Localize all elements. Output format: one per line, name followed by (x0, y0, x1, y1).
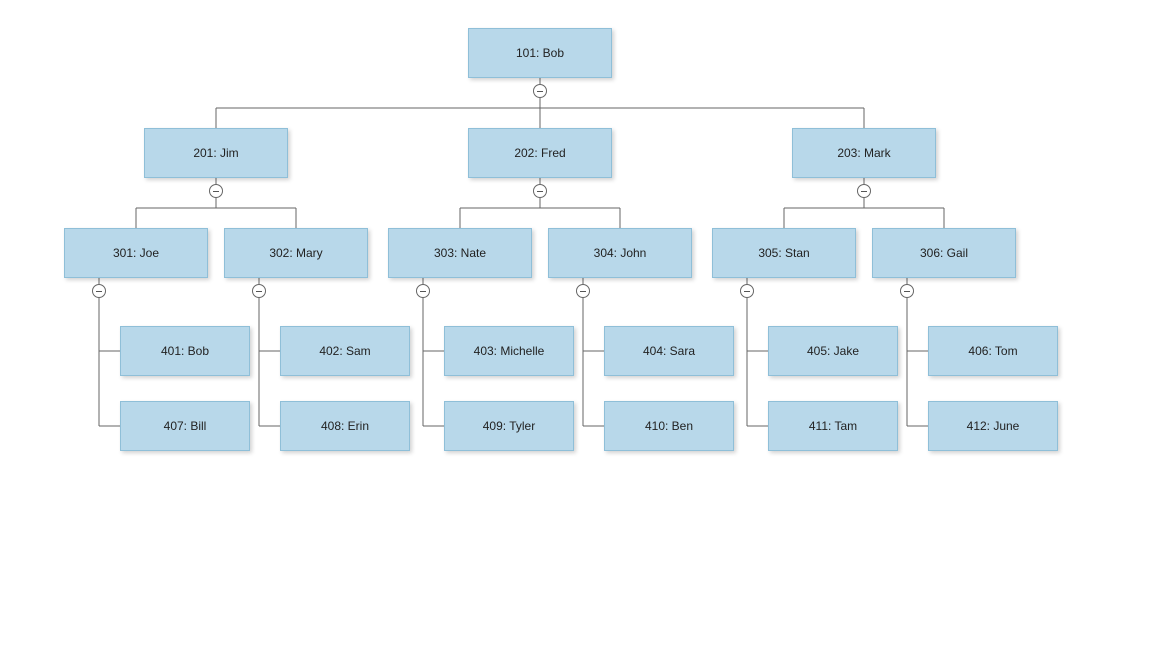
node-label: 306: Gail (920, 246, 968, 260)
node-label: 412: June (967, 419, 1020, 433)
node-409[interactable]: 409: Tyler (444, 401, 574, 451)
collapse-toggle-302[interactable] (252, 284, 266, 298)
node-410[interactable]: 410: Ben (604, 401, 734, 451)
node-402[interactable]: 402: Sam (280, 326, 410, 376)
node-label: 407: Bill (164, 419, 207, 433)
collapse-toggle-306[interactable] (900, 284, 914, 298)
node-305[interactable]: 305: Stan (712, 228, 856, 278)
node-label: 301: Joe (113, 246, 159, 260)
node-403[interactable]: 403: Michelle (444, 326, 574, 376)
node-304[interactable]: 304: John (548, 228, 692, 278)
node-label: 101: Bob (516, 46, 564, 60)
node-label: 404: Sara (643, 344, 695, 358)
collapse-toggle-305[interactable] (740, 284, 754, 298)
node-408[interactable]: 408: Erin (280, 401, 410, 451)
node-202[interactable]: 202: Fred (468, 128, 612, 178)
node-301[interactable]: 301: Joe (64, 228, 208, 278)
node-306[interactable]: 306: Gail (872, 228, 1016, 278)
node-label: 304: John (594, 246, 647, 260)
node-404[interactable]: 404: Sara (604, 326, 734, 376)
node-label: 401: Bob (161, 344, 209, 358)
node-412[interactable]: 412: June (928, 401, 1058, 451)
collapse-toggle-203[interactable] (857, 184, 871, 198)
node-101[interactable]: 101: Bob (468, 28, 612, 78)
node-401[interactable]: 401: Bob (120, 326, 250, 376)
node-405[interactable]: 405: Jake (768, 326, 898, 376)
connector-lines (0, 0, 1152, 648)
node-201[interactable]: 201: Jim (144, 128, 288, 178)
node-203[interactable]: 203: Mark (792, 128, 936, 178)
node-label: 203: Mark (837, 146, 890, 160)
collapse-toggle-304[interactable] (576, 284, 590, 298)
collapse-toggle-201[interactable] (209, 184, 223, 198)
collapse-toggle-301[interactable] (92, 284, 106, 298)
node-label: 303: Nate (434, 246, 486, 260)
node-label: 410: Ben (645, 419, 693, 433)
collapse-toggle-101[interactable] (533, 84, 547, 98)
node-406[interactable]: 406: Tom (928, 326, 1058, 376)
collapse-toggle-202[interactable] (533, 184, 547, 198)
node-label: 409: Tyler (483, 419, 535, 433)
node-label: 408: Erin (321, 419, 369, 433)
node-303[interactable]: 303: Nate (388, 228, 532, 278)
node-label: 406: Tom (968, 344, 1017, 358)
node-302[interactable]: 302: Mary (224, 228, 368, 278)
node-label: 403: Michelle (474, 344, 545, 358)
node-label: 302: Mary (269, 246, 322, 260)
node-407[interactable]: 407: Bill (120, 401, 250, 451)
collapse-toggle-303[interactable] (416, 284, 430, 298)
node-label: 405: Jake (807, 344, 859, 358)
node-label: 305: Stan (758, 246, 809, 260)
node-label: 411: Tam (809, 419, 857, 433)
node-label: 201: Jim (193, 146, 238, 160)
node-411[interactable]: 411: Tam (768, 401, 898, 451)
org-chart: 101: Bob 201: Jim 202: Fred 203: Mark 30… (0, 0, 1152, 648)
node-label: 202: Fred (514, 146, 565, 160)
node-label: 402: Sam (319, 344, 370, 358)
